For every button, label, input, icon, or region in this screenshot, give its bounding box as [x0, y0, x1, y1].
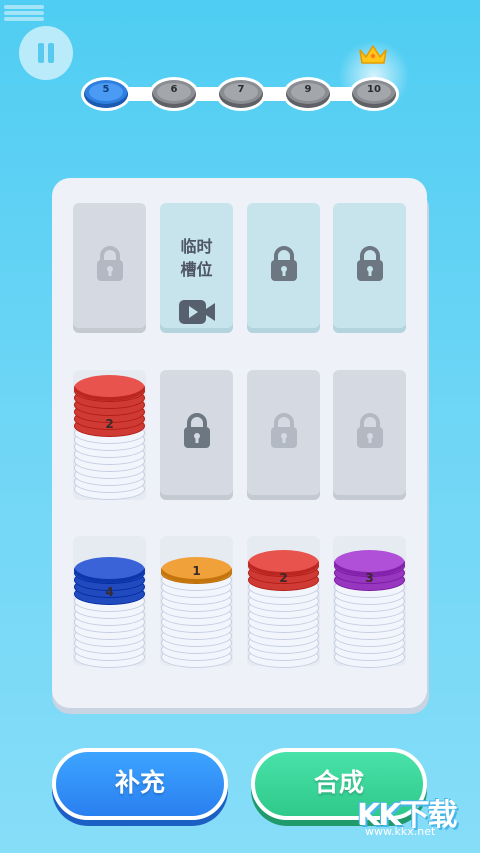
- chip-number: 4: [105, 585, 114, 599]
- chip-stack[interactable]: 4: [73, 520, 146, 670]
- lock-icon: [357, 246, 383, 281]
- corner-logo: [4, 3, 44, 25]
- locked-slot[interactable]: [333, 203, 406, 333]
- locked-slot[interactable]: [160, 370, 233, 500]
- chip-stack[interactable]: 2: [73, 352, 146, 502]
- top-chip: [74, 557, 145, 583]
- pause-icon: [38, 43, 44, 63]
- crown-icon: [359, 45, 387, 64]
- lock-icon: [357, 413, 383, 448]
- temporary-slot[interactable]: 临时 槽位: [160, 203, 233, 333]
- watermark-url: www.kkx.net: [365, 825, 436, 838]
- video-icon[interactable]: [178, 299, 216, 325]
- chip-stack[interactable]: 1: [160, 520, 233, 670]
- top-chip: [74, 375, 145, 401]
- chip-stack[interactable]: 2: [247, 520, 320, 670]
- lock-icon: [271, 246, 297, 281]
- chip-number: 3: [365, 571, 374, 585]
- level-node: 6: [152, 80, 196, 108]
- lock-icon: [271, 413, 297, 448]
- level-number: 10: [367, 84, 381, 95]
- watermark: KK下载 www.kkx.net: [357, 790, 477, 840]
- locked-slot[interactable]: [247, 203, 320, 333]
- locked-slot[interactable]: [73, 203, 146, 333]
- lock-icon: [97, 246, 123, 281]
- supply-button-label: 补充: [114, 768, 165, 797]
- level-node-goal: 10: [352, 80, 396, 108]
- locked-slot[interactable]: [333, 370, 406, 500]
- level-number: 9: [304, 84, 312, 95]
- locked-slot[interactable]: [247, 370, 320, 500]
- level-node-current: 5: [84, 80, 128, 108]
- temporary-slot-label-line1: 临时: [180, 237, 213, 256]
- level-number: 6: [170, 84, 178, 95]
- temporary-slot-label-line2: 槽位: [180, 260, 213, 279]
- chip-number: 1: [192, 564, 201, 578]
- chip-stack[interactable]: 3: [333, 520, 406, 670]
- chip-number: 2: [279, 571, 288, 585]
- level-number: 7: [237, 84, 245, 95]
- chip-number: 2: [105, 417, 114, 431]
- lock-icon: [184, 413, 210, 448]
- level-number: 5: [102, 84, 110, 95]
- supply-button[interactable]: 补充: [52, 748, 228, 820]
- pause-button[interactable]: [19, 26, 73, 80]
- level-node: 7: [219, 80, 263, 108]
- level-node: 9: [286, 80, 330, 108]
